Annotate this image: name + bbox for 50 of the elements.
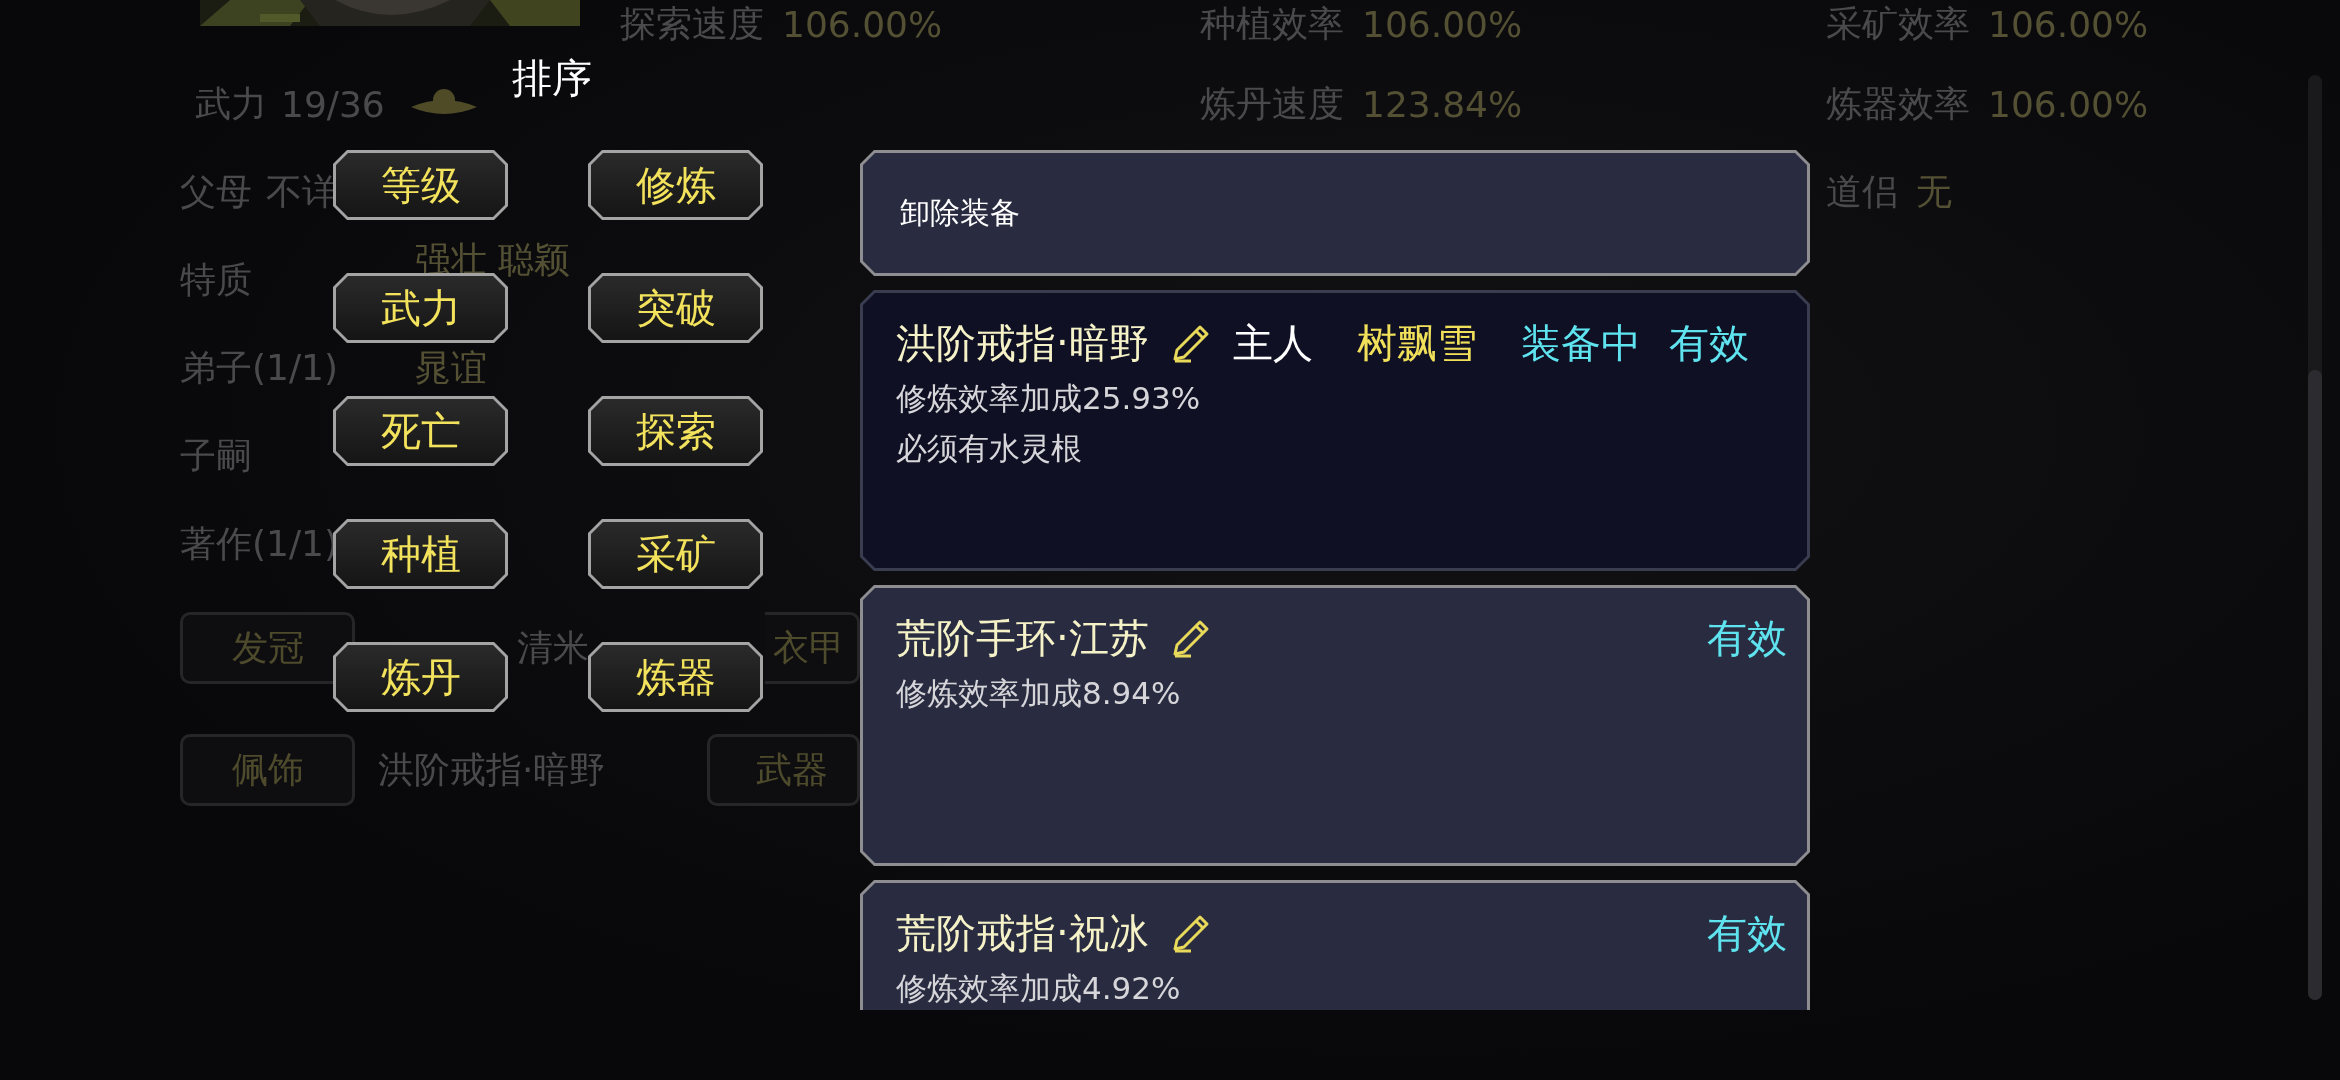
stat-value: 106.00% — [782, 4, 943, 45]
scrollbar[interactable] — [2308, 75, 2322, 1000]
sort-option-button[interactable]: 等级 — [333, 150, 508, 220]
stat-value: 106.00% — [1988, 4, 2149, 45]
sort-option-button[interactable]: 武力 — [333, 273, 508, 343]
stat-value: 123.84% — [1362, 83, 1523, 125]
validity-text: 有效 — [1668, 318, 1749, 368]
sort-option-button[interactable]: 炼丹 — [333, 642, 508, 712]
validity-text: 有效 — [1707, 908, 1787, 958]
sort-title: 排序 — [512, 54, 592, 103]
sort-option-button[interactable]: 炼器 — [588, 642, 763, 712]
sort-option-button[interactable]: 种植 — [333, 519, 508, 589]
equipped-item: 清米 — [516, 625, 590, 670]
stat-value: 106.00% — [1988, 83, 2149, 125]
sort-option-button[interactable]: 死亡 — [333, 396, 508, 466]
profile-value: 19/36 — [281, 83, 385, 125]
profile-label: 子嗣 — [180, 433, 253, 478]
profile-label: 父母 — [180, 169, 252, 214]
equipment-card[interactable]: 荒阶戒指·祝冰 有效 修炼效率加成4.92% — [860, 880, 1810, 1010]
stat-label: 炼器效率 — [1826, 81, 1970, 126]
owner-label: 主人 — [1232, 318, 1313, 368]
stat-value: 106.00% — [1362, 4, 1523, 45]
sort-option-button[interactable]: 采矿 — [588, 519, 763, 589]
effect-text: 修炼效率加成4.92% — [896, 969, 1181, 1008]
stat-value: 无 — [1916, 169, 1952, 214]
stat-label: 种植效率 — [1200, 2, 1344, 46]
item-name: 荒阶手环·江苏 — [896, 613, 1149, 663]
sort-option-button[interactable]: 突破 — [588, 273, 763, 343]
stat-label: 采矿效率 — [1826, 2, 1970, 46]
status-text: 装备中 — [1520, 318, 1641, 368]
stat-label: 炼丹速度 — [1200, 81, 1344, 126]
profile-label: 弟子(1/1) — [180, 345, 340, 390]
stat-label: 道侣 — [1826, 169, 1898, 214]
stat-label: 探索速度 — [620, 2, 764, 46]
profile-value: 晁谊 — [415, 345, 487, 390]
item-name: 洪阶戒指·暗野 — [896, 318, 1149, 368]
owner-name: 树飘雪 — [1356, 318, 1477, 368]
profile-label: 武力 — [195, 81, 267, 126]
profile-label: 特质 — [180, 257, 253, 302]
effect-text: 必须有水灵根 — [896, 429, 1082, 468]
equipped-item: 洪阶戒指·暗野 — [377, 747, 607, 792]
equipment-card[interactable]: 洪阶戒指·暗野 主人 树飘雪 装备中 有效 修炼效率加成25.93% 必须有水灵根 — [860, 290, 1810, 571]
equipment-card[interactable]: 荒阶手环·江苏 有效 修炼效率加成8.94% — [860, 585, 1810, 866]
effect-text: 修炼效率加成25.93% — [896, 379, 1201, 418]
sort-option-button[interactable]: 修炼 — [588, 150, 763, 220]
item-name: 荒阶戒指·祝冰 — [896, 908, 1149, 958]
effect-text: 修炼效率加成8.94% — [896, 674, 1181, 713]
sort-option-button[interactable]: 探索 — [588, 396, 763, 466]
unequip-button[interactable]: 卸除装备 — [860, 150, 1810, 276]
validity-text: 有效 — [1707, 613, 1787, 663]
